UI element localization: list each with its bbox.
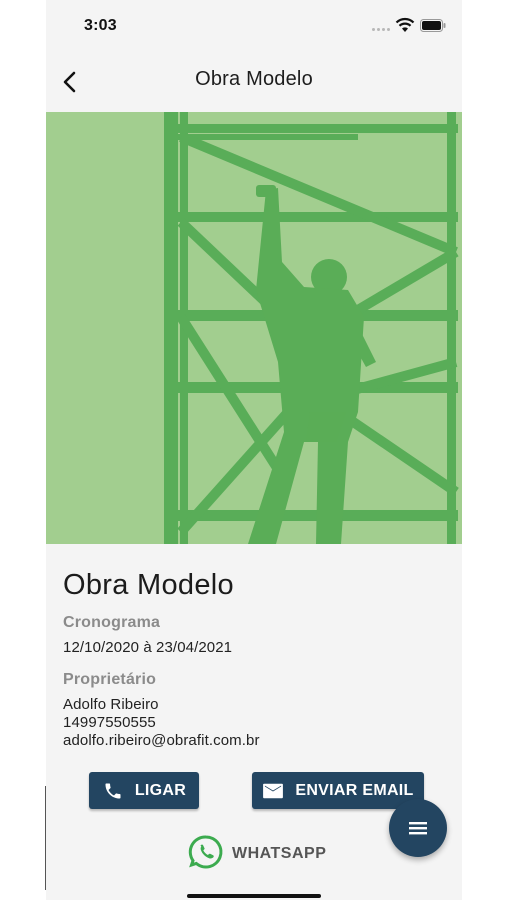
nav-title: Obra Modelo [195,68,313,90]
menu-fab-button[interactable] [389,799,447,857]
status-time: 3:03 [84,17,117,34]
owner-email: adolfo.ribeiro@obrafit.com.br [63,732,260,749]
mail-icon [262,780,284,802]
owner-label: Proprietário [63,671,157,688]
signal-icon [372,28,394,33]
navigation-bar: Obra Modelo [46,52,462,112]
project-title: Obra Modelo [63,569,234,601]
schedule-value: 12/10/2020 à 23/04/2021 [63,639,233,656]
battery-icon [420,19,446,32]
call-button[interactable]: LIGAR [89,772,199,809]
phone-icon [102,780,124,802]
owner-name: Adolfo Ribeiro [63,696,159,713]
call-button-label: LIGAR [134,781,187,799]
mobile-screen: 3:03 Obra Modelo Obra Modelo Cronograma … [46,0,462,900]
project-cover-image [46,112,462,544]
menu-icon [409,822,427,835]
home-indicator [187,894,321,898]
wifi-icon [395,17,415,33]
owner-phone: 14997550555 [63,714,156,731]
construction-worker-scaffold-image [46,112,462,544]
project-details: Obra Modelo Cronograma 12/10/2020 à 23/0… [46,544,462,900]
status-bar: 3:03 [46,0,462,52]
whatsapp-icon [188,834,224,875]
whatsapp-label: WHATSAPP [232,845,327,862]
schedule-label: Cronograma [63,614,161,631]
whatsapp-button[interactable]: WHATSAPP [188,834,327,875]
send-email-button-label: ENVIAR EMAIL [295,781,414,799]
send-email-button[interactable]: ENVIAR EMAIL [252,772,424,809]
